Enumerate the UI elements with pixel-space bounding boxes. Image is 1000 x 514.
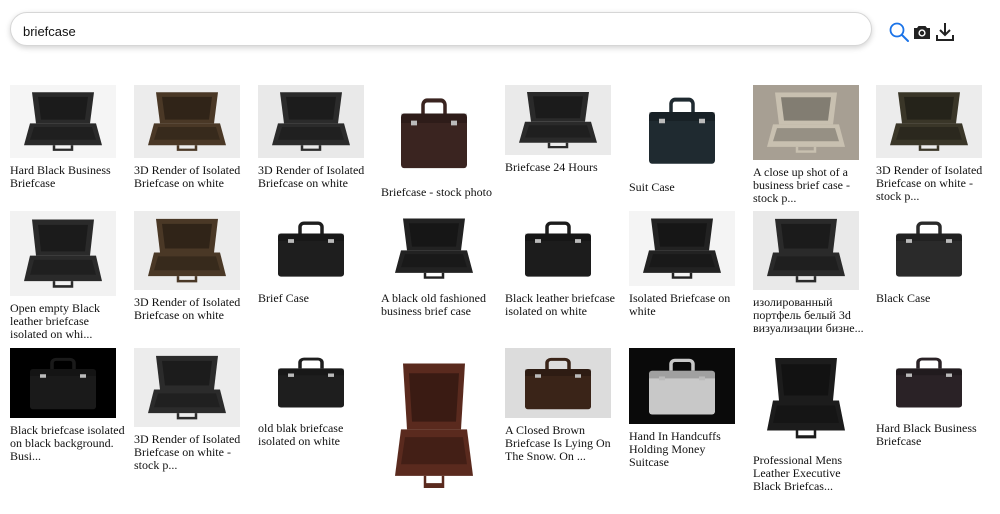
result-thumbnail[interactable] xyxy=(876,348,982,416)
result-thumbnail[interactable] xyxy=(505,85,611,155)
result-caption[interactable]: 3D Render of Isolated Briefcase on white xyxy=(134,164,249,190)
result-thumbnail[interactable] xyxy=(381,211,487,286)
result-caption[interactable]: Black leather briefcase isolated on whit… xyxy=(505,292,620,318)
result-thumbnail[interactable] xyxy=(258,85,364,158)
result-thumbnail[interactable] xyxy=(876,85,982,158)
result-thumbnail[interactable] xyxy=(134,211,240,290)
result-thumbnail[interactable] xyxy=(505,211,611,286)
result-thumbnail[interactable] xyxy=(258,211,364,286)
result-caption[interactable]: Hard Black Business Briefcase xyxy=(10,164,125,190)
result-thumbnail[interactable] xyxy=(381,85,487,180)
result-thumbnail[interactable] xyxy=(753,211,859,290)
result-thumbnail[interactable] xyxy=(629,211,735,286)
result-thumbnail[interactable] xyxy=(629,85,735,175)
result-caption[interactable]: Black briefcase isolated on black backgr… xyxy=(10,424,125,463)
result-caption[interactable]: Briefcase 24 Hours xyxy=(505,161,620,174)
result-thumbnail[interactable] xyxy=(753,348,859,448)
result-caption[interactable]: 3D Render of Isolated Briefcase on white… xyxy=(134,433,249,472)
result-thumbnail[interactable] xyxy=(876,211,982,286)
result-caption[interactable]: Professional Mens Leather Executive Blac… xyxy=(753,454,868,493)
result-caption[interactable]: 3D Render of Isolated Briefcase on white… xyxy=(876,164,991,203)
result-thumbnail[interactable] xyxy=(10,348,116,418)
result-thumbnail[interactable] xyxy=(134,85,240,158)
result-caption[interactable]: 3D Render of Isolated Briefcase on white xyxy=(258,164,373,190)
result-caption[interactable]: A black old fashioned business brief cas… xyxy=(381,292,496,318)
result-caption[interactable]: Hard Black Business Briefcase xyxy=(876,422,991,448)
result-caption[interactable]: A Closed Brown Briefcase Is Lying On The… xyxy=(505,424,620,463)
result-caption[interactable]: Brief Case xyxy=(258,292,373,305)
result-caption[interactable]: A close up shot of a business brief case… xyxy=(753,166,868,205)
result-caption[interactable]: 3D Render of Isolated Briefcase on white xyxy=(134,296,249,322)
result-thumbnail[interactable] xyxy=(10,85,116,158)
result-thumbnail[interactable] xyxy=(753,85,859,160)
result-caption[interactable]: old blak briefcase isolated on white xyxy=(258,422,373,448)
result-thumbnail[interactable] xyxy=(505,348,611,418)
results-grid: Hard Black Business Briefcase 3D Render o… xyxy=(0,0,1000,514)
result-thumbnail[interactable] xyxy=(134,348,240,427)
result-thumbnail[interactable] xyxy=(381,348,487,503)
result-caption[interactable]: Black Case xyxy=(876,292,991,305)
result-thumbnail[interactable] xyxy=(10,211,116,296)
result-thumbnail[interactable] xyxy=(629,348,735,424)
result-caption[interactable]: Hand In Handcuffs Holding Money Suitcase xyxy=(629,430,744,469)
result-caption[interactable]: Open empty Black leather briefcase isola… xyxy=(10,302,125,341)
result-caption[interactable]: Isolated Briefcase on white xyxy=(629,292,744,318)
result-thumbnail[interactable] xyxy=(258,348,364,416)
result-caption[interactable]: Briefcase - stock photo xyxy=(381,186,496,199)
result-caption[interactable]: Suit Case xyxy=(629,181,744,194)
result-caption[interactable]: изолированный портфель белый 3d визуализ… xyxy=(753,296,868,335)
